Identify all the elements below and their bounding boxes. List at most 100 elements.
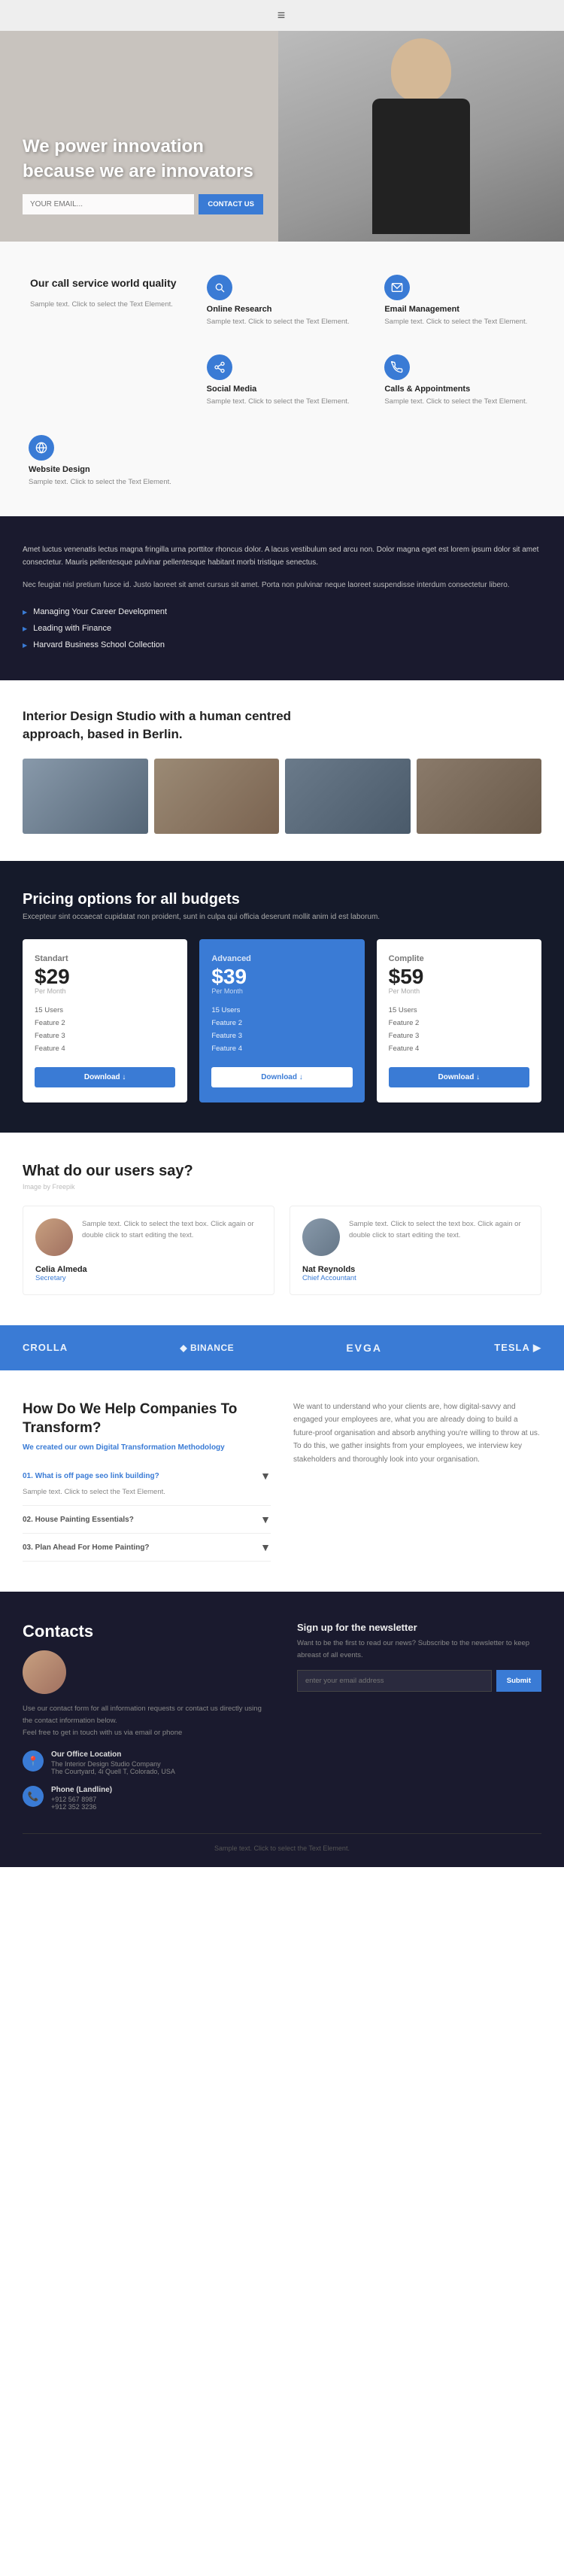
transform-right: We want to understand who your clients a… [293, 1401, 541, 1562]
accordion-header-3[interactable]: 03. Plan Ahead For Home Painting? ▼ [23, 1541, 271, 1553]
pricing-grid: Standart $29 Per Month 15 Users Feature … [23, 939, 541, 1102]
services-grid: Our call service world quality Sample te… [23, 269, 541, 494]
testimonial-text-nat: Sample text. Click to select the text bo… [349, 1218, 529, 1256]
email-management-title: Email Management [384, 305, 535, 314]
service-card-social-media: Social Media Sample text. Click to selec… [201, 348, 364, 413]
hero-contact-button[interactable]: CONTACT US [199, 194, 263, 214]
contacts-right: Sign up for the newsletter Want to be th… [297, 1622, 541, 1811]
interior-photo-3 [285, 759, 411, 834]
newsletter-submit-button[interactable]: Submit [496, 1670, 541, 1692]
testimonial-text-celia: Sample text. Click to select the text bo… [82, 1218, 262, 1256]
advanced-feature-4: Feature 4 [211, 1042, 352, 1055]
accordion-header-2[interactable]: 02. House Painting Essentials? ▼ [23, 1513, 271, 1525]
pricing-subtitle: Excepteur sint occaecat cupidatat non pr… [23, 913, 541, 921]
online-research-desc: Sample text. Click to select the Text El… [207, 317, 358, 327]
website-design-title: Website Design [29, 465, 180, 474]
calls-desc: Sample text. Click to select the Text El… [384, 397, 535, 407]
phone-icon: 📞 [23, 1786, 44, 1807]
pricing-title: Pricing options for all budgets [23, 891, 541, 908]
plan-complite-period: Per Month [389, 987, 529, 995]
social-media-desc: Sample text. Click to select the Text El… [207, 397, 358, 407]
testimonials-title: What do our users say? [23, 1163, 541, 1180]
hero-content: We power innovation because we are innov… [23, 135, 263, 214]
service-card-email-management: Email Management Sample text. Click to s… [378, 269, 541, 333]
newsletter-desc: Want to be the first to read our news? S… [297, 1638, 541, 1660]
plan-standard-features: 15 Users Feature 2 Feature 3 Feature 4 [35, 1004, 175, 1055]
complite-feature-3: Feature 3 [389, 1029, 529, 1042]
plan-standard: Standart $29 Per Month 15 Users Feature … [23, 939, 187, 1102]
transform-title: How Do We Help Companies To Transform? [23, 1401, 271, 1437]
contacts-footer: Contacts Use our contact form for all in… [0, 1592, 564, 1867]
office-line2: The Courtyard, 4i Quell T, Colorado, USA [51, 1768, 175, 1775]
contacts-avatar [23, 1650, 66, 1694]
interior-title: Interior Design Studio with a human cent… [23, 707, 323, 744]
services-section: Our call service world quality Sample te… [0, 242, 564, 516]
logo-tesla: TESLA ▶ [494, 1342, 541, 1354]
plan-standard-price: $29 [35, 966, 175, 987]
accordion-title-2: 02. House Painting Essentials? [23, 1516, 134, 1524]
newsletter-email-input[interactable] [297, 1670, 492, 1692]
contacts-grid: Contacts Use our contact form for all in… [23, 1622, 541, 1811]
bullet-icon-3: ▶ [23, 642, 27, 649]
pricing-section: Pricing options for all budgets Excepteu… [0, 861, 564, 1133]
testimonials-grid: Sample text. Click to select the text bo… [23, 1206, 541, 1295]
plan-complite: Complite $59 Per Month 15 Users Feature … [377, 939, 541, 1102]
transform-right-text: We want to understand who your clients a… [293, 1401, 541, 1467]
accordion-item-1: 01. What is off page seo link building? … [23, 1462, 271, 1506]
newsletter-form: Submit [297, 1670, 541, 1692]
main-service-card: Our call service world quality Sample te… [23, 269, 186, 414]
complite-feature-2: Feature 2 [389, 1017, 529, 1029]
dark-para1: Amet luctus venenatis lectus magna fring… [23, 543, 541, 570]
accordion-toggle-1[interactable]: ▼ [260, 1470, 271, 1482]
standard-feature-4: Feature 4 [35, 1042, 175, 1055]
plan-standard-name: Standart [35, 954, 175, 963]
accordion-toggle-2[interactable]: ▼ [260, 1513, 271, 1525]
website-design-desc: Sample text. Click to select the Text El… [29, 477, 180, 488]
hero-form: CONTACT US [23, 194, 263, 214]
plan-advanced-features: 15 Users Feature 2 Feature 3 Feature 4 [211, 1004, 352, 1055]
website-design-icon [29, 435, 54, 461]
contact-office: 📍 Our Office Location The Interior Desig… [23, 1750, 267, 1775]
main-service-desc: Sample text. Click to select the Text El… [30, 299, 178, 310]
advanced-download-button[interactable]: Download ↓ [211, 1067, 352, 1087]
transform-grid: How Do We Help Companies To Transform? W… [23, 1401, 541, 1562]
plan-advanced-price: $39 [211, 966, 352, 987]
hamburger-icon[interactable]: ≡ [277, 8, 287, 23]
hero-headline: We power innovation because we are innov… [23, 135, 263, 184]
accordion-item-2: 02. House Painting Essentials? ▼ [23, 1506, 271, 1534]
office-info: Our Office Location The Interior Design … [51, 1750, 175, 1775]
office-line1: The Interior Design Studio Company [51, 1760, 175, 1768]
newsletter-title: Sign up for the newsletter [297, 1622, 541, 1633]
testimonial-name-nat: Nat Reynolds [302, 1265, 529, 1274]
advanced-feature-1: 15 Users [211, 1004, 352, 1017]
image-credit: Image by Freepik [23, 1183, 541, 1191]
plan-advanced-period: Per Month [211, 987, 352, 995]
hero-section: We power innovation because we are innov… [0, 31, 564, 242]
transform-section: How Do We Help Companies To Transform? W… [0, 1370, 564, 1592]
phone-line1: +912 567 8987 [51, 1796, 112, 1803]
logo-binance: ◆ BINANCE [180, 1343, 234, 1353]
accordion-header-1[interactable]: 01. What is off page seo link building? … [23, 1470, 271, 1482]
standard-feature-1: 15 Users [35, 1004, 175, 1017]
logo-evga: EVGA [346, 1342, 382, 1354]
service-card-online-research: Online Research Sample text. Click to se… [201, 269, 364, 333]
testimonial-role-nat: Chief Accountant [302, 1274, 529, 1282]
accordion-title-1: 01. What is off page seo link building? [23, 1472, 159, 1480]
office-label: Our Office Location [51, 1750, 175, 1759]
footer-copy: Sample text. Click to select the Text El… [23, 1845, 541, 1852]
testimonial-card-celia: Sample text. Click to select the text bo… [23, 1206, 274, 1295]
logo-crolla: CROLLA [23, 1342, 68, 1353]
avatar-celia [35, 1218, 73, 1256]
plan-standard-period: Per Month [35, 987, 175, 995]
phone-label: Phone (Landline) [51, 1786, 112, 1794]
office-location-icon: 📍 [23, 1750, 44, 1772]
calls-icon [384, 354, 410, 380]
complite-download-button[interactable]: Download ↓ [389, 1067, 529, 1087]
hero-email-input[interactable] [23, 194, 194, 214]
standard-download-button[interactable]: Download ↓ [35, 1067, 175, 1087]
accordion-toggle-3[interactable]: ▼ [260, 1541, 271, 1553]
email-management-desc: Sample text. Click to select the Text El… [384, 317, 535, 327]
accordion-item-3: 03. Plan Ahead For Home Painting? ▼ [23, 1534, 271, 1562]
dark-list-item-1: ▶ Managing Your Career Development [23, 604, 541, 620]
interior-section: Interior Design Studio with a human cent… [0, 680, 564, 861]
